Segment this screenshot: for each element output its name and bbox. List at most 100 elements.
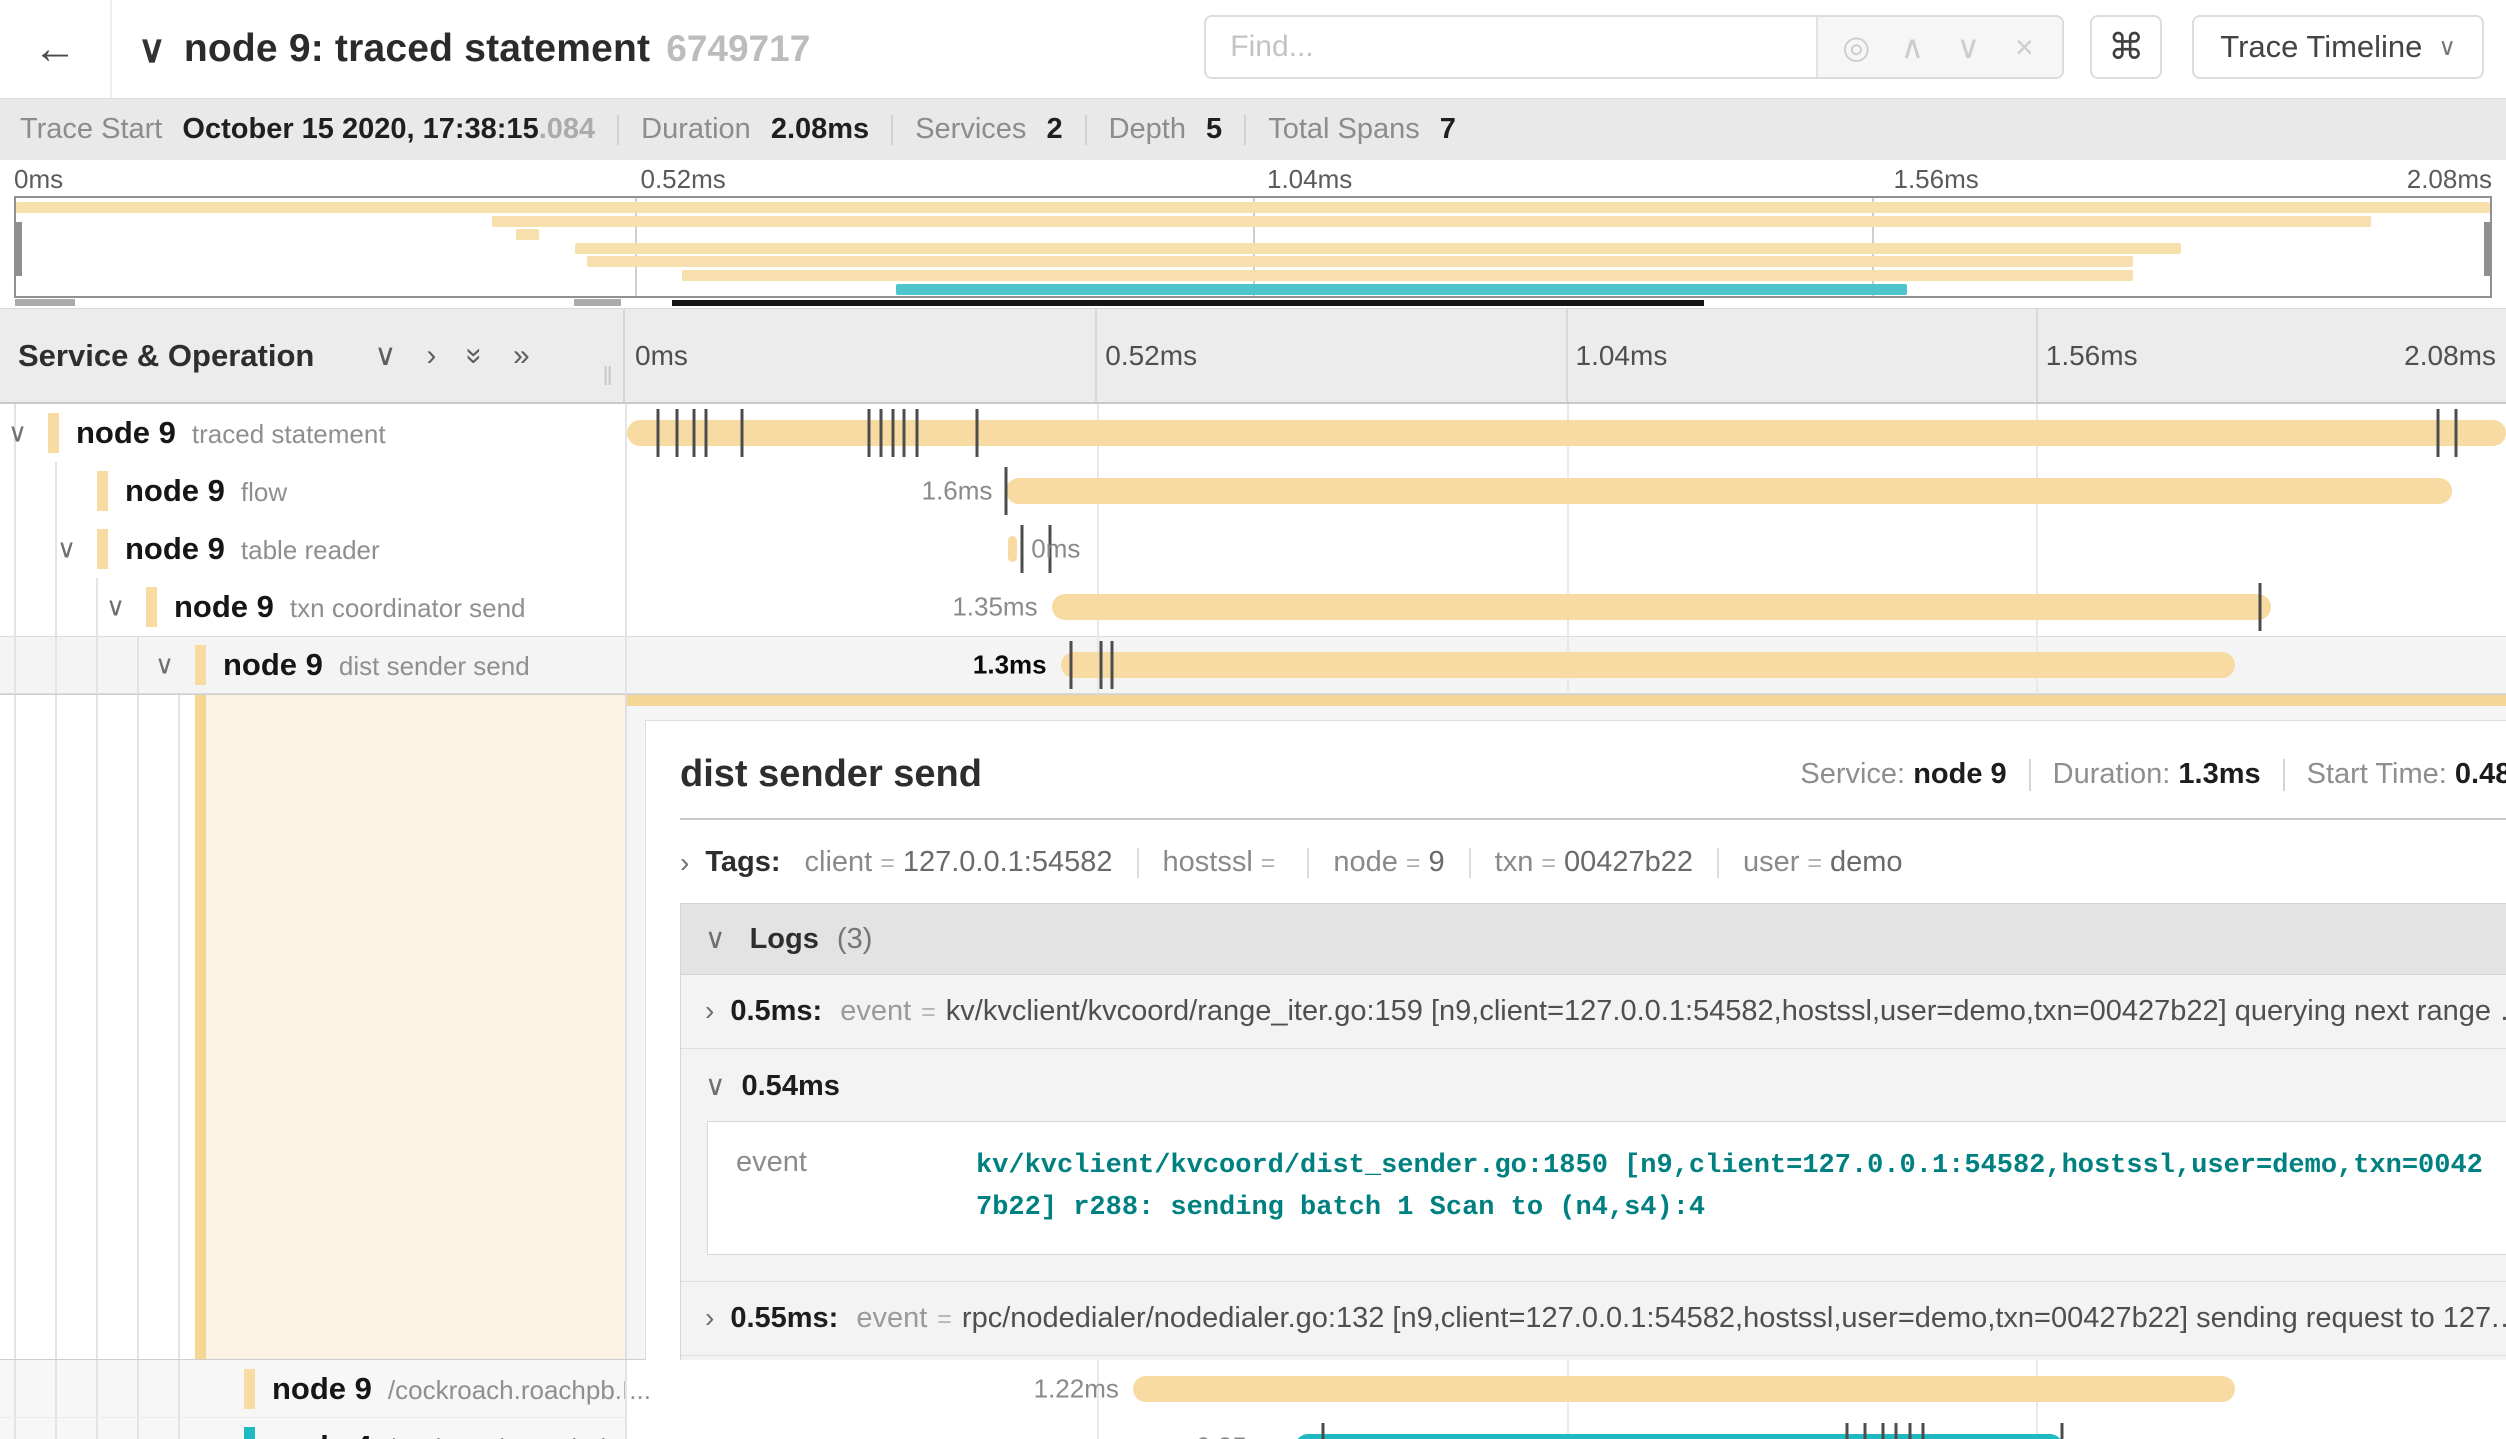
span-name-cell[interactable]: ∨node 9txn coordinator send [0, 578, 625, 636]
span-bar[interactable] [627, 420, 2506, 446]
span-name-cell[interactable]: node 4/cockroach.roachpb.I... [0, 1418, 625, 1439]
log-entry[interactable]: ›0.5ms:event=kv/kvclient/kvcoord/range_i… [681, 975, 2506, 1049]
log-event-tick[interactable] [1005, 467, 1008, 515]
log-event-tick[interactable] [2455, 409, 2458, 457]
span-expander-button[interactable]: ∨ [57, 534, 76, 565]
expand-all-button[interactable]: » [513, 339, 530, 373]
span-row[interactable]: node 4/cockroach.roachpb.I...0.85ms [0, 1418, 2506, 1439]
logs-header[interactable]: ∨ Logs (3) [681, 904, 2506, 975]
log-event-tick[interactable] [675, 409, 678, 457]
log-event-tick[interactable] [2437, 409, 2440, 457]
span-timeline-cell[interactable]: 1.3ms [625, 636, 2506, 694]
log-event-tick[interactable] [1070, 641, 1073, 689]
log-event-tick[interactable] [1881, 1423, 1884, 1439]
span-row[interactable]: node 9flow1.6ms [0, 462, 2506, 520]
locate-icon: ◎ [1842, 29, 1870, 65]
log-entry[interactable]: ∨0.54mseventkv/kvclient/kvcoord/dist_sen… [681, 1049, 2506, 1282]
log-event-tick[interactable] [740, 409, 743, 457]
log-event-tick[interactable] [2259, 583, 2262, 631]
span-name-cell[interactable]: node 9/cockroach.roachpb.I... [0, 1360, 625, 1418]
indent-guide [96, 636, 98, 694]
locate-button[interactable]: ◎ [1828, 28, 1884, 66]
back-button[interactable]: ← [0, 0, 112, 98]
span-row[interactable]: ∨node 9dist sender send1.3ms [0, 636, 2506, 694]
log-event-tick[interactable] [1845, 1423, 1848, 1439]
log-event-tick[interactable] [868, 409, 871, 457]
span-row[interactable]: ∨node 9txn coordinator send1.35ms [0, 578, 2506, 636]
span-timeline-cell[interactable]: 0ms [625, 520, 2506, 578]
span-bar[interactable] [1061, 652, 2235, 678]
minimap-scroll-range[interactable] [672, 300, 1704, 306]
log-event-tick[interactable] [879, 409, 882, 457]
log-event-tick[interactable] [891, 409, 894, 457]
span-detail-panel: dist sender send Service: node 9Duration… [625, 695, 2506, 1359]
span-bar[interactable] [1052, 594, 2272, 620]
tags-row[interactable]: › Tags: client=127.0.0.1:54582hostssl=no… [680, 820, 2506, 903]
span-name-cell[interactable]: node 9flow [0, 462, 625, 520]
log-event-tick[interactable] [692, 409, 695, 457]
log-event-tick[interactable] [1020, 525, 1023, 573]
span-timeline-cell[interactable]: 1.6ms [625, 462, 2506, 520]
span-bar[interactable] [1006, 478, 2451, 504]
span-timeline-cell[interactable]: 1.22ms [625, 1360, 2506, 1418]
expand-one-level-button[interactable]: › [426, 339, 436, 373]
keyboard-shortcuts-button[interactable]: ⌘ [2090, 15, 2162, 79]
log-event-tick[interactable] [1908, 1423, 1911, 1439]
span-row[interactable]: ∨node 9table reader0ms [0, 520, 2506, 578]
log-event-tick[interactable] [1895, 1423, 1898, 1439]
log-event-tick[interactable] [915, 409, 918, 457]
trace-view-selector[interactable]: Trace Timeline ∨ [2192, 15, 2484, 79]
log-event-tick[interactable] [1111, 641, 1114, 689]
top-bar: ← ∨ node 9: traced statement 6749717 ◎∧∨… [0, 0, 2506, 98]
log-event-tick[interactable] [656, 409, 659, 457]
span-expander-button[interactable]: ∨ [8, 418, 27, 449]
tag-pair[interactable]: user=demo [1743, 846, 1903, 879]
log-event-tick[interactable] [704, 409, 707, 457]
log-event-tick[interactable] [975, 409, 978, 457]
log-event-tick[interactable] [903, 409, 906, 457]
span-timeline-cell[interactable]: 0.85ms [625, 1418, 2506, 1439]
minimap-canvas[interactable] [14, 196, 2492, 298]
span-name-cell[interactable]: ∨node 9traced statement [0, 404, 625, 462]
summary-separator [1244, 115, 1246, 145]
minimap-scroll-indicator[interactable] [0, 298, 2506, 308]
span-bar[interactable] [1133, 1376, 2235, 1402]
tag-pair[interactable]: node=9 [1333, 846, 1444, 879]
tag-key: node [1333, 846, 1398, 878]
minimap-scroll-handle[interactable] [15, 299, 75, 306]
log-event-tick[interactable] [1863, 1423, 1866, 1439]
span-bar[interactable] [1008, 536, 1017, 562]
span-timeline-cell[interactable] [625, 404, 2506, 462]
summary-item: Total Spans 7 [1268, 113, 1456, 146]
collapse-one-level-button[interactable]: » [466, 339, 483, 373]
span-row[interactable]: node 9/cockroach.roachpb.I...1.22ms [0, 1360, 2506, 1418]
prev-result-button[interactable]: ∧ [1884, 28, 1940, 66]
span-name-cell[interactable]: ∨node 9dist sender send [0, 636, 625, 694]
span-timeline-cell[interactable]: 1.35ms [625, 578, 2506, 636]
tag-pair[interactable]: client=127.0.0.1:54582 [805, 846, 1113, 879]
span-row[interactable]: ∨node 9traced statement [0, 404, 2506, 462]
page-title: node 9: traced statement [184, 27, 650, 71]
span-bar[interactable] [1295, 1434, 2063, 1439]
clear-search-button[interactable]: × [1996, 29, 2052, 66]
span-expander-button[interactable]: ∨ [155, 650, 174, 681]
tag-pair[interactable]: hostssl= [1163, 846, 1284, 879]
log-event-tick[interactable] [1100, 641, 1103, 689]
log-entry[interactable]: ›0.55ms:event=rpc/nodedialer/nodedialer.… [681, 1282, 2506, 1355]
indent-guide [14, 695, 16, 1359]
find-input[interactable] [1206, 17, 1816, 77]
column-resize-handle[interactable]: ‖ [602, 361, 615, 392]
log-event-tick[interactable] [2060, 1423, 2063, 1439]
log-event-tick[interactable] [1922, 1423, 1925, 1439]
summary-value: 2.08ms [771, 113, 869, 145]
tag-pair[interactable]: txn=00427b22 [1495, 846, 1693, 879]
span-name-cell[interactable]: ∨node 9table reader [0, 520, 625, 578]
trace-collapse-icon[interactable]: ∨ [138, 27, 166, 72]
span-expander-button[interactable]: ∨ [106, 592, 125, 623]
next-result-button[interactable]: ∨ [1940, 28, 1996, 66]
minimap-drag-handle-right[interactable] [2484, 222, 2492, 276]
minimap-drag-handle-left[interactable] [14, 222, 22, 276]
collapse-all-button[interactable]: ∨ [374, 338, 396, 373]
log-event-tick[interactable] [1321, 1423, 1324, 1439]
minimap-scroll-handle[interactable] [574, 299, 622, 306]
